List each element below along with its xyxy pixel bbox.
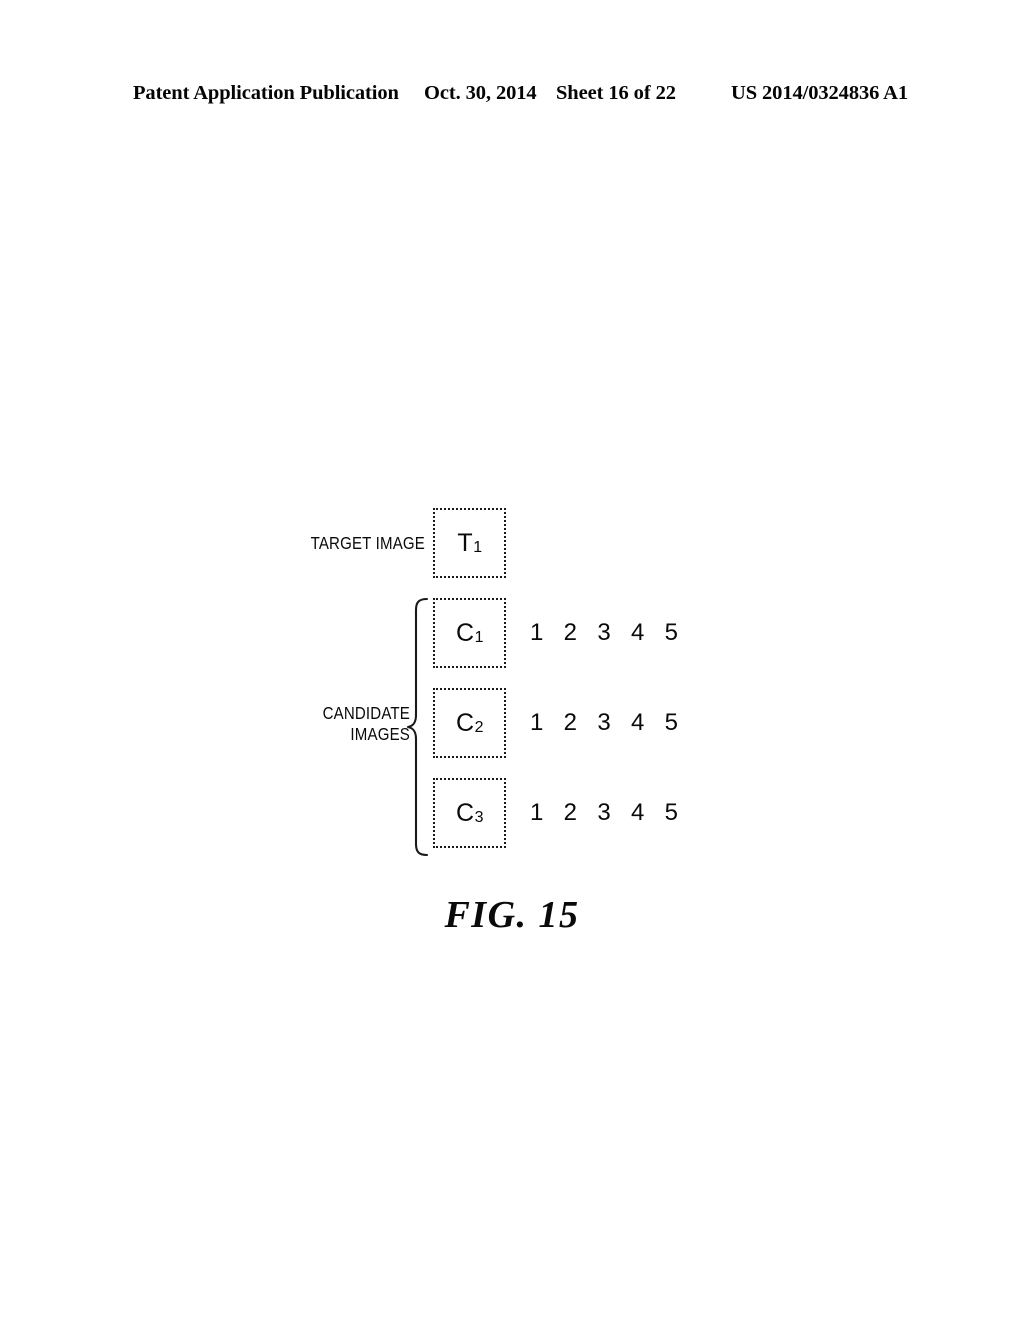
candidate-1-number: 2 (563, 619, 578, 646)
candidate-image-box-2-label: C2 (435, 690, 504, 756)
candidate-1-number-row: 1 2 3 4 5 (530, 618, 678, 648)
candidate-image-box-1-label: C1 (435, 600, 504, 666)
figure-diagram: TARGET IMAGE T1 CANDIDATE IMAGES C1 C2 C… (0, 0, 1024, 1320)
candidate-images-brace (405, 592, 431, 862)
candidate-1-number: 4 (630, 619, 645, 646)
candidate-3-number: 3 (597, 799, 611, 826)
candidate-3-number: 4 (630, 799, 645, 826)
candidate-1-symbol: C (456, 618, 475, 647)
candidate-3-number: 5 (664, 799, 678, 826)
candidate-image-box-3-label: C3 (435, 780, 504, 846)
candidate-3-number: 2 (563, 799, 578, 826)
candidate-images-label: CANDIDATE IMAGES (322, 703, 410, 744)
candidate-1-number: 1 (530, 619, 544, 646)
target-image-subscript: 1 (473, 539, 483, 556)
target-image-symbol: T (457, 528, 473, 557)
candidate-2-number-row: 1 2 3 4 5 (530, 708, 678, 738)
candidate-image-box-2: C2 (433, 688, 506, 758)
figure-caption: FIG. 15 (444, 894, 580, 936)
candidate-2-number: 1 (530, 709, 544, 736)
candidate-1-subscript: 1 (474, 629, 484, 646)
candidate-3-subscript: 3 (474, 809, 484, 826)
candidate-1-number: 5 (664, 619, 678, 646)
target-image-box: T1 (433, 508, 506, 578)
target-image-label: TARGET IMAGE (310, 533, 425, 553)
target-image-box-label: T1 (435, 510, 504, 576)
candidate-2-number: 3 (597, 709, 611, 736)
candidate-3-number: 1 (530, 799, 544, 826)
curly-brace-icon (406, 597, 429, 857)
candidate-2-symbol: C (456, 708, 475, 737)
candidate-image-box-3: C3 (433, 778, 506, 848)
candidate-2-number: 5 (664, 709, 678, 736)
candidate-2-subscript: 2 (474, 719, 484, 736)
candidate-2-number: 4 (630, 709, 645, 736)
candidate-3-symbol: C (456, 798, 475, 827)
candidate-3-number-row: 1 2 3 4 5 (530, 798, 678, 828)
candidate-2-number: 2 (563, 709, 578, 736)
candidate-1-number: 3 (597, 619, 611, 646)
candidate-image-box-1: C1 (433, 598, 506, 668)
